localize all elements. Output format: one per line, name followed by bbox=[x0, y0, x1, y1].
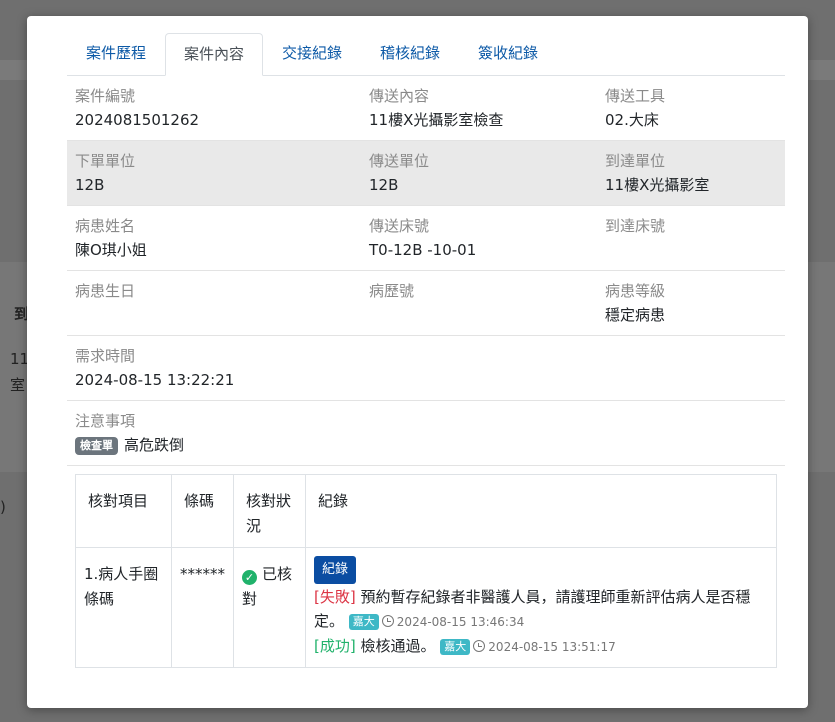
record-entry-fail: [失敗] 預約暫存紀錄者非醫護人員，請護理師重新評估病人是否穩定。 嘉大 2024… bbox=[314, 585, 766, 634]
timestamp: 2024-08-15 13:51:17 bbox=[473, 640, 616, 654]
operator-badge: 嘉大 bbox=[348, 614, 379, 630]
info-row-5: 需求時間 2024-08-15 13:22:21 bbox=[67, 336, 785, 401]
tab-signoff-records[interactable]: 簽收紀錄 bbox=[459, 33, 557, 75]
background-side-text: ) bbox=[0, 498, 6, 516]
order-unit-field: 下單單位 12B bbox=[75, 151, 135, 196]
verification-table: 核對項目 條碼 核對狀況 紀錄 1.病人手圈條碼 ****** ✓ 已核對 紀錄 … bbox=[75, 474, 777, 668]
send-bed-label: 傳送床號 bbox=[369, 217, 430, 235]
tab-case-content[interactable]: 案件內容 bbox=[165, 33, 263, 76]
patient-name-label: 病患姓名 bbox=[75, 217, 136, 235]
tab-audit-records[interactable]: 稽核紀錄 bbox=[361, 33, 459, 75]
case-number-label: 案件編號 bbox=[75, 87, 136, 105]
check-circle-icon: ✓ bbox=[242, 570, 257, 585]
record-cell: 紀錄 [失敗] 預約暫存紀錄者非醫護人員，請護理師重新評估病人是否穩定。 嘉大 2… bbox=[305, 547, 777, 668]
case-number-value: 2024081501262 bbox=[75, 111, 200, 129]
record-entry-success: [成功] 檢核通過。 嘉大 2024-08-15 13:51:17 bbox=[314, 634, 766, 659]
tab-bar: 案件歷程 案件內容 交接紀錄 稽核紀錄 簽收紀錄 bbox=[67, 33, 785, 76]
exam-order-badge: 檢查單 bbox=[75, 436, 118, 455]
success-message: 檢核通過。 bbox=[360, 637, 436, 655]
clock-icon bbox=[473, 640, 486, 652]
check-item-cell: 1.病人手圈條碼 bbox=[75, 547, 172, 668]
patient-level-field: 病患等級 穩定病患 bbox=[605, 281, 665, 326]
case-detail-modal: 案件歷程 案件內容 交接紀錄 稽核紀錄 簽收紀錄 案件編號 2024081501… bbox=[27, 16, 808, 708]
order-unit-label: 下單單位 bbox=[75, 152, 136, 170]
check-item-text: 1.病人手圈條碼 bbox=[84, 565, 159, 608]
table-row: 1.病人手圈條碼 ****** ✓ 已核對 紀錄 [失敗] 預約暫存紀錄者非醫護人… bbox=[75, 547, 777, 668]
header-check-item: 核對項目 bbox=[75, 474, 172, 548]
tab-case-history[interactable]: 案件歷程 bbox=[67, 33, 165, 75]
check-status-cell: ✓ 已核對 bbox=[233, 547, 306, 668]
barcode-cell: ****** bbox=[171, 547, 234, 668]
patient-level-label: 病患等級 bbox=[605, 282, 666, 300]
send-bed-value: T0-12B -10-01 bbox=[369, 241, 477, 259]
header-barcode: 條碼 bbox=[171, 474, 234, 548]
fail-message: 預約暫存紀錄者非醫護人員，請護理師重新評估病人是否穩定。 bbox=[314, 588, 751, 630]
transfer-content-field: 傳送內容 11樓X光攝影室檢查 bbox=[369, 86, 503, 131]
send-unit-value: 12B bbox=[369, 176, 399, 194]
notes-label: 注意事項 bbox=[75, 412, 136, 430]
request-time-label: 需求時間 bbox=[75, 347, 136, 365]
info-row-2: 下單單位 12B 傳送單位 12B 到達單位 11樓X光攝影室 bbox=[67, 141, 785, 206]
request-time-value: 2024-08-15 13:22:21 bbox=[75, 371, 235, 389]
patient-name-value: 陳O琪小姐 bbox=[75, 241, 147, 259]
transfer-tool-field: 傳送工具 02.大床 bbox=[605, 86, 665, 131]
fail-tag: [失敗] bbox=[314, 588, 356, 606]
success-tag: [成功] bbox=[314, 637, 356, 655]
send-unit-field: 傳送單位 12B bbox=[369, 151, 429, 196]
info-row-6: 注意事項 檢查單 高危跌倒 bbox=[67, 401, 785, 466]
notes-value: 高危跌倒 bbox=[124, 436, 185, 454]
arrive-bed-field: 到達床號 bbox=[605, 216, 665, 239]
info-row-3: 病患姓名 陳O琪小姐 傳送床號 T0-12B -10-01 到達床號 bbox=[67, 206, 785, 271]
request-time-field: 需求時間 2024-08-15 13:22:21 bbox=[75, 346, 234, 391]
clock-icon bbox=[381, 615, 394, 627]
background-row-text: 室 bbox=[10, 376, 26, 394]
transfer-content-label: 傳送內容 bbox=[369, 87, 430, 105]
patient-name-field: 病患姓名 陳O琪小姐 bbox=[75, 216, 147, 261]
patient-level-value: 穩定病患 bbox=[605, 306, 666, 324]
record-button[interactable]: 紀錄 bbox=[314, 556, 357, 584]
operator-badge: 嘉大 bbox=[440, 639, 471, 655]
arrive-unit-field: 到達單位 11樓X光攝影室 bbox=[605, 151, 709, 196]
chart-number-field: 病歷號 bbox=[369, 281, 414, 304]
transfer-tool-value: 02.大床 bbox=[605, 111, 659, 129]
tab-handover-records[interactable]: 交接紀錄 bbox=[263, 33, 361, 75]
header-check-status: 核對狀況 bbox=[233, 474, 306, 548]
birthday-label: 病患生日 bbox=[75, 282, 136, 300]
order-unit-value: 12B bbox=[75, 176, 105, 194]
arrive-unit-label: 到達單位 bbox=[605, 152, 666, 170]
header-record: 紀錄 bbox=[305, 474, 777, 548]
timestamp: 2024-08-15 13:46:34 bbox=[381, 615, 524, 629]
check-status: ✓ 已核對 bbox=[234, 548, 305, 612]
send-bed-field: 傳送床號 T0-12B -10-01 bbox=[369, 216, 476, 261]
arrive-bed-label: 到達床號 bbox=[605, 217, 666, 235]
transfer-tool-label: 傳送工具 bbox=[605, 87, 666, 105]
barcode-text: ****** bbox=[180, 565, 225, 583]
birthday-field: 病患生日 bbox=[75, 281, 135, 304]
verification-table-header: 核對項目 條碼 核對狀況 紀錄 bbox=[75, 474, 777, 548]
chart-number-label: 病歷號 bbox=[369, 282, 415, 300]
info-row-4: 病患生日 病歷號 病患等級 穩定病患 bbox=[67, 271, 785, 336]
case-number-field: 案件編號 2024081501262 bbox=[75, 86, 199, 131]
arrive-unit-value: 11樓X光攝影室 bbox=[605, 176, 710, 194]
send-unit-label: 傳送單位 bbox=[369, 152, 430, 170]
transfer-content-value: 11樓X光攝影室檢查 bbox=[369, 111, 504, 129]
notes-field: 注意事項 檢查單 高危跌倒 bbox=[75, 411, 184, 456]
notes-value-line: 檢查單 高危跌倒 bbox=[75, 434, 184, 456]
info-row-1: 案件編號 2024081501262 傳送內容 11樓X光攝影室檢查 傳送工具 … bbox=[67, 76, 785, 141]
